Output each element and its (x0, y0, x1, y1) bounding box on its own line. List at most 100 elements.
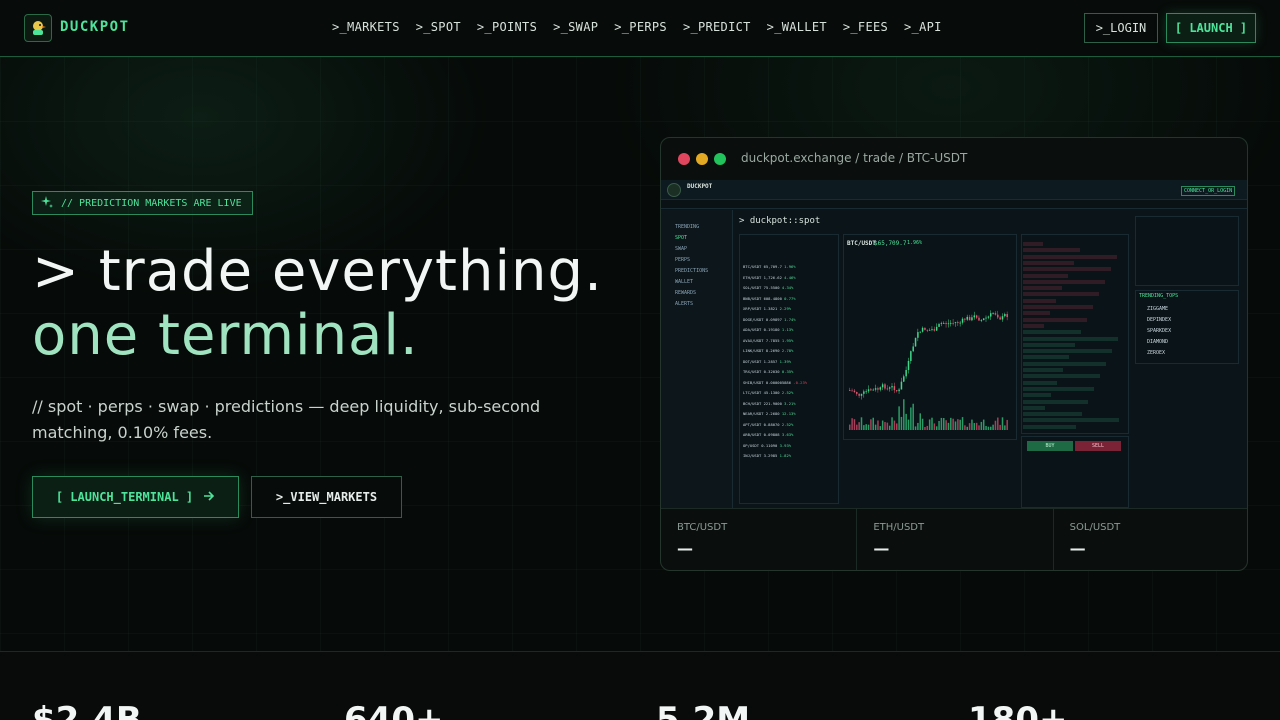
preview-buy-button: BUY (1027, 441, 1073, 451)
candle-body (950, 322, 952, 324)
candle-body (947, 323, 950, 325)
preview-market-row: DOT/USDT 1.2857 1.39% (743, 358, 792, 364)
orderbook-row (1023, 305, 1093, 309)
volume-bar (966, 426, 968, 430)
candle-body (858, 393, 860, 396)
preview-terminal-log (1135, 216, 1239, 286)
candle-body (867, 389, 870, 392)
candle-body (907, 360, 910, 370)
preview-page-title: > duckpot::spot (739, 216, 821, 226)
volume-bar (973, 423, 976, 430)
volume-bar (997, 417, 999, 430)
stat-users: 5.2M (656, 700, 751, 720)
candle-body (886, 388, 889, 390)
volume-bar (865, 424, 867, 430)
preview-market-row: ETH/USDT 1,726.62 4.46% (743, 274, 796, 280)
volume-bar (935, 426, 938, 430)
nav-link-wallet[interactable]: >_WALLET (767, 20, 827, 34)
nav-links: >_MARKETS >_SPOT >_POINTS >_SWAP >_PERPS… (332, 20, 942, 34)
volume-bar (917, 422, 919, 430)
ticker-btc[interactable]: BTC/USDT — (661, 509, 858, 570)
nav-link-api[interactable]: >_API (904, 20, 942, 34)
preview-price: $65,709.7 (874, 240, 907, 247)
volume-bar (971, 419, 973, 430)
stat-countries: 180+ (968, 700, 1068, 720)
orderbook-row (1023, 342, 1075, 347)
candle-body (968, 316, 971, 321)
preview-sidebar-item: SPOT (675, 235, 688, 241)
candle-body (961, 318, 964, 323)
volume-bar (872, 417, 874, 430)
nav-link-predict[interactable]: >_PREDICT (683, 20, 751, 34)
candle-body (917, 332, 919, 338)
volume-bar (874, 424, 877, 430)
nav-link-perps[interactable]: >_PERPS (614, 20, 667, 34)
stats-section (0, 652, 1280, 720)
volume-bar (1006, 419, 1008, 430)
nav-link-fees[interactable]: >_FEES (843, 20, 888, 34)
preview-sidebar-item: ALERTS (675, 301, 694, 307)
duck-logo-icon[interactable] (24, 14, 52, 42)
view-markets-button[interactable]: >_VIEW_MARKETS (251, 476, 402, 518)
launch-terminal-button[interactable]: [ LAUNCH_TERMINAL ] (32, 476, 239, 518)
nav-link-markets[interactable]: >_MARKETS (332, 20, 400, 34)
preview-sidebar-item: PERPS (675, 257, 691, 263)
orderbook-row (1023, 418, 1119, 423)
volume-bar (870, 419, 872, 430)
preview-sidebar-item: REWARDS (675, 290, 697, 296)
candle-body (935, 326, 938, 331)
orderbook-row (1023, 424, 1076, 429)
ticker-value: — (1069, 539, 1086, 558)
candle-body (945, 323, 947, 324)
orderbook-row (1023, 273, 1068, 278)
volume-bar (982, 419, 985, 430)
candle-body (994, 313, 997, 315)
volume-bar (940, 417, 943, 430)
candle-body (1004, 314, 1006, 317)
orderbook-row (1023, 317, 1087, 322)
ticker-eth[interactable]: ETH/USDT — (857, 509, 1054, 570)
orderbook-row (1023, 292, 1099, 297)
nav-link-points[interactable]: >_POINTS (477, 20, 537, 34)
candle-body (975, 315, 978, 318)
top-navbar: DUCKPOT >_MARKETS >_SPOT >_POINTS >_SWAP… (0, 0, 1280, 57)
candle-body (903, 376, 905, 382)
launch-button[interactable]: [ LAUNCH ] (1166, 13, 1256, 43)
preview-trending-row: ZEROEX (1147, 350, 1166, 356)
preview-sidebar (661, 210, 733, 508)
candle-body (928, 329, 931, 331)
candle-body (921, 327, 924, 332)
volume-bar (938, 420, 940, 430)
candle-body (997, 314, 999, 318)
candle-body (900, 381, 903, 390)
candle-body (980, 320, 983, 321)
volume-bar (853, 419, 856, 430)
volume-bar (879, 426, 882, 430)
preview-trending-row: ZIGGAME (1147, 306, 1169, 312)
login-button[interactable]: >_LOGIN (1084, 13, 1158, 43)
nav-link-spot[interactable]: >_SPOT (416, 20, 461, 34)
volume-bar (910, 407, 912, 430)
ticker-symbol: ETH/USDT (873, 522, 925, 533)
ticker-sol[interactable]: SOL/USDT — (1054, 509, 1247, 570)
candle-body (943, 323, 945, 324)
candle-body (856, 391, 858, 394)
candle-body (971, 317, 973, 321)
preview-sidebar-item: SWAP (675, 246, 688, 252)
volume-bar (957, 419, 959, 430)
candle-body (1006, 314, 1008, 318)
candle-body (877, 388, 879, 390)
volume-bar (919, 413, 921, 430)
orderbook-row (1023, 368, 1063, 372)
brand-name[interactable]: DUCKPOT (60, 19, 130, 35)
volume-bar (975, 422, 978, 430)
preview-candle-chart (849, 310, 1008, 430)
nav-link-swap[interactable]: >_SWAP (553, 20, 598, 34)
launch-terminal-label: [ LAUNCH_TERMINAL ] (55, 490, 194, 504)
orderbook-row (1023, 298, 1056, 303)
volume-bar (947, 422, 950, 430)
volume-bar (964, 425, 966, 430)
volume-bar (891, 417, 893, 430)
preview-trending-row: SPARKDEX (1147, 328, 1172, 334)
orderbook-row (1023, 399, 1088, 404)
